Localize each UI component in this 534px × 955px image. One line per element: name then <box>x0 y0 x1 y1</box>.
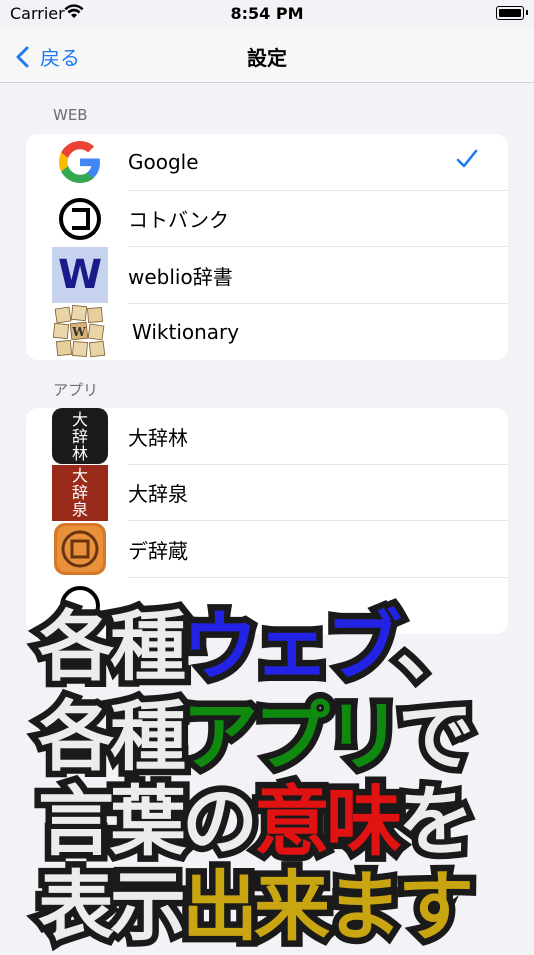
list-item-kotobank[interactable]: コトバンク <box>26 191 508 247</box>
dejizo-icon <box>52 521 108 577</box>
clock: 8:54 PM <box>230 4 304 23</box>
list-item-label: Google <box>128 150 199 175</box>
app-icon <box>52 578 108 634</box>
page-title: 設定 <box>247 46 287 70</box>
list-item-partial[interactable] <box>26 578 508 635</box>
banner-line-3: 言葉の意味を <box>32 771 481 873</box>
svg-text:W: W <box>71 325 86 339</box>
banner-line-4: 表示出来ます <box>32 856 481 955</box>
list-item-label: コトバンク <box>128 208 229 233</box>
banner-line-2: 各種アプリで <box>32 686 481 788</box>
weblio-icon: W <box>52 247 108 303</box>
list-item-daijirin[interactable]: 大 辞 林 大辞林 <box>26 408 508 465</box>
wiktionary-icon: W <box>52 304 108 360</box>
kotobank-icon <box>52 191 108 247</box>
list-item-wiktionary[interactable]: W Wiktionary <box>26 304 508 361</box>
section-header-web: WEB <box>53 106 88 124</box>
section-header-apps: アプリ <box>53 381 99 399</box>
checkmark-icon <box>456 149 478 168</box>
navigation-bar: 戻る 設定 <box>0 28 534 83</box>
list-item-label: weblio辞書 <box>128 264 233 289</box>
status-bar: Carrier 8:54 PM <box>0 0 534 28</box>
list-item-google[interactable]: Google <box>26 134 508 191</box>
list-item-label: 大辞泉 <box>128 482 188 507</box>
web-list: Google コトバンク W weblio辞書 W Wiktionary <box>26 134 508 360</box>
daijisen-icon: 大 辞 泉 <box>52 464 108 521</box>
list-item-label: 大辞林 <box>128 425 188 450</box>
list-item-weblio[interactable]: W weblio辞書 <box>26 247 508 304</box>
apps-list: 大 辞 林 大辞林 大 辞 泉 大辞泉 デ辞蔵 <box>26 408 508 634</box>
list-item-dejizo[interactable]: デ辞蔵 <box>26 521 508 578</box>
list-item-label: デ辞蔵 <box>128 538 188 563</box>
battery-icon <box>496 6 528 20</box>
daijirin-icon: 大 辞 林 <box>52 408 108 464</box>
list-item-label: Wiktionary <box>132 319 240 344</box>
google-icon <box>52 134 108 190</box>
list-item-daijisen[interactable]: 大 辞 泉 大辞泉 <box>26 464 508 521</box>
